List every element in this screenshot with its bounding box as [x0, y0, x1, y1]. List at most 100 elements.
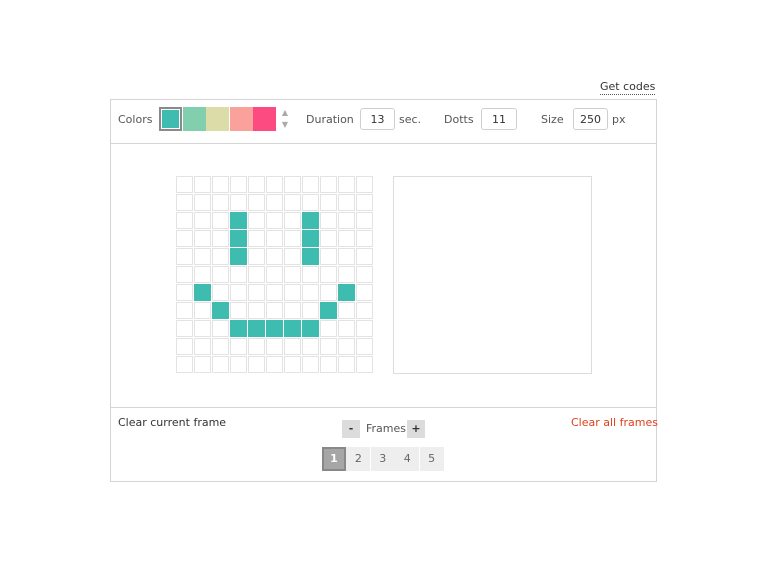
grid-cell[interactable]	[248, 248, 265, 265]
grid-cell[interactable]	[248, 194, 265, 211]
grid-cell[interactable]	[266, 266, 283, 283]
grid-cell[interactable]	[302, 194, 319, 211]
grid-cell[interactable]	[212, 266, 229, 283]
frame-page-1[interactable]: 1	[322, 447, 346, 471]
grid-cell[interactable]	[320, 320, 337, 337]
grid-cell[interactable]	[266, 356, 283, 373]
grid-cell[interactable]	[248, 284, 265, 301]
grid-cell[interactable]	[338, 212, 355, 229]
grid-cell[interactable]	[194, 248, 211, 265]
clear-all-frames-button[interactable]: Clear all frames	[571, 416, 658, 430]
grid-cell[interactable]	[356, 356, 373, 373]
grid-cell-filled[interactable]	[212, 302, 229, 319]
grid-cell[interactable]	[356, 284, 373, 301]
grid-cell[interactable]	[266, 302, 283, 319]
grid-cell[interactable]	[338, 194, 355, 211]
grid-cell[interactable]	[356, 176, 373, 193]
grid-cell[interactable]	[338, 338, 355, 355]
grid-cell[interactable]	[320, 194, 337, 211]
grid-cell[interactable]	[248, 302, 265, 319]
grid-cell[interactable]	[212, 338, 229, 355]
grid-cell[interactable]	[212, 284, 229, 301]
grid-cell[interactable]	[266, 338, 283, 355]
frame-page-3[interactable]: 3	[370, 447, 395, 471]
grid-cell[interactable]	[320, 338, 337, 355]
grid-cell[interactable]	[338, 248, 355, 265]
grid-cell[interactable]	[320, 284, 337, 301]
grid-cell[interactable]	[284, 356, 301, 373]
grid-cell[interactable]	[284, 230, 301, 247]
grid-cell[interactable]	[248, 212, 265, 229]
arrow-up-icon[interactable]: ▲	[280, 107, 290, 119]
grid-cell[interactable]	[302, 176, 319, 193]
grid-cell[interactable]	[194, 338, 211, 355]
color-swatch[interactable]	[206, 107, 229, 131]
grid-cell[interactable]	[284, 266, 301, 283]
grid-cell-filled[interactable]	[302, 230, 319, 247]
grid-cell[interactable]	[176, 356, 193, 373]
grid-cell[interactable]	[338, 320, 355, 337]
grid-cell-filled[interactable]	[320, 302, 337, 319]
grid-cell[interactable]	[302, 302, 319, 319]
grid-cell[interactable]	[338, 176, 355, 193]
color-swatch[interactable]	[229, 107, 253, 131]
grid-cell[interactable]	[176, 194, 193, 211]
grid-cell[interactable]	[176, 320, 193, 337]
grid-cell[interactable]	[176, 284, 193, 301]
grid-cell[interactable]	[194, 176, 211, 193]
grid-cell[interactable]	[356, 212, 373, 229]
grid-cell-filled[interactable]	[302, 212, 319, 229]
grid-cell[interactable]	[320, 230, 337, 247]
grid-cell[interactable]	[338, 230, 355, 247]
size-input[interactable]	[573, 108, 608, 130]
grid-cell[interactable]	[230, 266, 247, 283]
frame-page-2[interactable]: 2	[346, 447, 371, 471]
grid-cell[interactable]	[320, 266, 337, 283]
grid-cell[interactable]	[230, 338, 247, 355]
grid-cell[interactable]	[212, 248, 229, 265]
grid-cell[interactable]	[194, 356, 211, 373]
grid-cell[interactable]	[320, 356, 337, 373]
swatch-scroll-arrows[interactable]: ▲ ▼	[280, 107, 290, 135]
grid-cell[interactable]	[176, 212, 193, 229]
grid-cell-filled[interactable]	[194, 284, 211, 301]
get-codes-link[interactable]: Get codes	[600, 80, 656, 95]
grid-cell[interactable]	[320, 212, 337, 229]
duration-input[interactable]	[360, 108, 395, 130]
grid-cell-filled[interactable]	[248, 320, 265, 337]
grid-cell[interactable]	[266, 284, 283, 301]
grid-cell[interactable]	[212, 230, 229, 247]
grid-cell-filled[interactable]	[284, 320, 301, 337]
grid-cell[interactable]	[194, 194, 211, 211]
grid-cell[interactable]	[320, 248, 337, 265]
grid-cell[interactable]	[284, 248, 301, 265]
add-frame-button[interactable]: +	[407, 420, 425, 438]
color-swatch[interactable]	[253, 107, 276, 131]
grid-cell[interactable]	[212, 212, 229, 229]
clear-current-frame-button[interactable]: Clear current frame	[118, 416, 226, 430]
arrow-down-icon[interactable]: ▼	[280, 119, 290, 131]
frame-page-5[interactable]: 5	[419, 447, 444, 471]
grid-cell[interactable]	[266, 194, 283, 211]
grid-cell[interactable]	[356, 266, 373, 283]
color-swatch[interactable]	[159, 107, 182, 131]
grid-cell[interactable]	[176, 248, 193, 265]
grid-cell[interactable]	[284, 302, 301, 319]
grid-cell[interactable]	[176, 230, 193, 247]
grid-cell[interactable]	[176, 266, 193, 283]
grid-cell[interactable]	[230, 356, 247, 373]
grid-cell[interactable]	[338, 266, 355, 283]
grid-cell[interactable]	[212, 176, 229, 193]
grid-cell[interactable]	[302, 338, 319, 355]
grid-cell[interactable]	[194, 266, 211, 283]
grid-cell[interactable]	[284, 176, 301, 193]
grid-cell[interactable]	[356, 248, 373, 265]
grid-cell[interactable]	[302, 266, 319, 283]
grid-cell[interactable]	[248, 176, 265, 193]
grid-cell[interactable]	[356, 230, 373, 247]
grid-cell[interactable]	[176, 338, 193, 355]
grid-cell[interactable]	[212, 320, 229, 337]
grid-cell[interactable]	[248, 338, 265, 355]
grid-cell[interactable]	[194, 302, 211, 319]
grid-cell[interactable]	[248, 230, 265, 247]
